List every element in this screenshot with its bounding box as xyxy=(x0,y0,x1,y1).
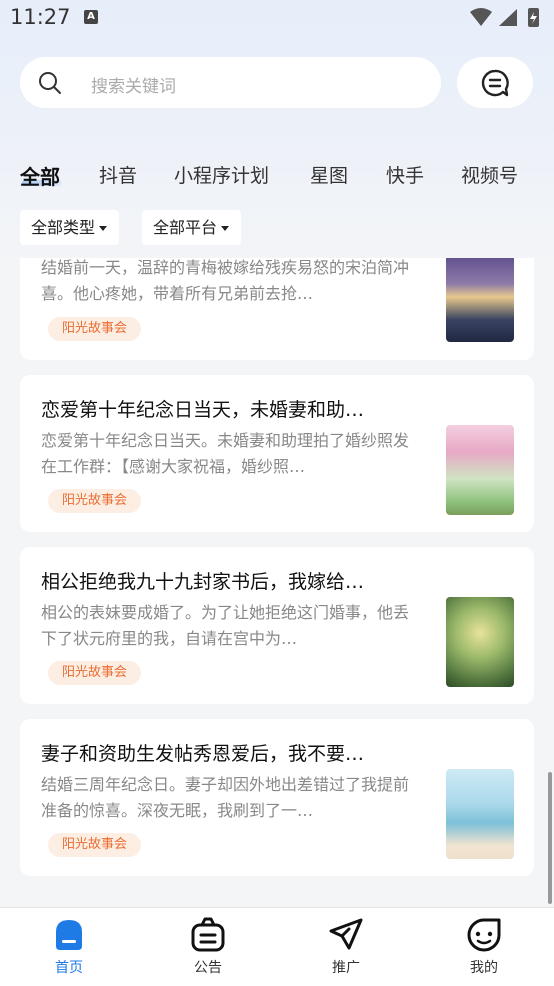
story-title: 恋爱第十年纪念日当天，未婚妻和助… xyxy=(41,399,365,421)
story-title: 妻子和资助生发帖秀恩爱后，我不要… xyxy=(41,743,365,765)
story-list[interactable]: 结婚前一天，温辞的青梅被嫁给残疾易怒的宋泊简冲喜。他心疼她，带着所有兄弟前去抢…… xyxy=(0,258,554,907)
caret-down-icon xyxy=(99,226,108,231)
caret-down-icon xyxy=(221,226,230,231)
platform-filter-label: 全部平台 xyxy=(153,218,218,237)
message-button[interactable] xyxy=(457,57,533,108)
message-icon xyxy=(481,69,509,97)
story-description: 结婚三周年纪念日。妻子却因外地出差错过了我提前准备的惊喜。深夜无眠，我刷到了一… xyxy=(41,775,410,820)
tab-xingtu[interactable]: 星图 xyxy=(310,161,348,188)
type-filter-dropdown[interactable]: 全部类型 xyxy=(20,210,120,245)
story-tag: 阳光故事会 xyxy=(48,317,142,341)
scrollbar[interactable] xyxy=(548,772,552,904)
nav-promote[interactable]: 推广 xyxy=(306,908,386,986)
story-tag: 阳光故事会 xyxy=(48,833,142,857)
nav-profile[interactable]: 我的 xyxy=(444,908,524,986)
tab-channels[interactable]: 视频号 xyxy=(461,161,518,188)
profile-icon xyxy=(467,918,501,952)
story-cover-image xyxy=(446,597,514,687)
status-bar: 11:27 A xyxy=(0,0,554,38)
tab-douyin[interactable]: 抖音 xyxy=(99,161,137,188)
story-title: 相公拒绝我九十九封家书后，我嫁给… xyxy=(41,571,365,593)
nav-profile-label: 我的 xyxy=(470,960,498,976)
story-description: 相公的表妹要成婚了。为了让她拒绝这门婚事，他丢下了状元府里的我，自请在宫中为… xyxy=(41,603,410,648)
tab-mini-program[interactable]: 小程序计划 xyxy=(174,161,269,188)
search-icon xyxy=(39,72,61,94)
status-time: 11:27 xyxy=(10,5,71,29)
announcement-icon xyxy=(191,917,225,952)
nav-home-label: 首页 xyxy=(55,960,83,976)
story-tag: 阳光故事会 xyxy=(48,489,142,513)
nav-home[interactable]: 首页 xyxy=(29,908,109,986)
tab-kuaishou[interactable]: 快手 xyxy=(386,161,424,188)
story-description: 结婚前一天，温辞的青梅被嫁给残疾易怒的宋泊简冲喜。他心疼她，带着所有兄弟前去抢… xyxy=(41,258,410,303)
nav-announcement-label: 公告 xyxy=(194,960,222,976)
story-card[interactable]: 结婚前一天，温辞的青梅被嫁给残疾易怒的宋泊简冲喜。他心疼她，带着所有兄弟前去抢…… xyxy=(20,258,534,360)
story-cover-image xyxy=(446,769,514,859)
story-cover-image xyxy=(446,425,514,515)
notification-icon: A xyxy=(84,10,98,24)
signal-icon xyxy=(499,9,517,26)
story-card[interactable]: 恋爱第十年纪念日当天，未婚妻和助… 恋爱第十年纪念日当天。未婚妻和助理拍了婚纱照… xyxy=(20,375,534,532)
bottom-navigation: 首页 公告 推广 我的 xyxy=(0,907,554,986)
nav-announcement[interactable]: 公告 xyxy=(168,908,248,986)
story-cover-image xyxy=(446,258,514,342)
search-box[interactable]: 搜索关键词 xyxy=(20,57,441,108)
story-card[interactable]: 相公拒绝我九十九封家书后，我嫁给… 相公的表妹要成婚了。为了让她拒绝这门婚事，他… xyxy=(20,547,534,704)
nav-promote-label: 推广 xyxy=(332,960,360,976)
tab-all[interactable]: 全部 xyxy=(20,161,60,190)
story-card[interactable]: 妻子和资助生发帖秀恩爱后，我不要… 结婚三周年纪念日。妻子却因外地出差错过了我提… xyxy=(20,719,534,876)
story-description: 恋爱第十年纪念日当天。未婚妻和助理拍了婚纱照发在工作群：【感谢大家祝福，婚纱照… xyxy=(41,431,410,476)
home-icon xyxy=(56,920,82,950)
type-filter-label: 全部类型 xyxy=(31,218,96,237)
platform-filter-dropdown[interactable]: 全部平台 xyxy=(142,210,242,245)
search-input[interactable]: 搜索关键词 xyxy=(91,72,176,97)
promote-icon xyxy=(329,918,363,950)
story-tag: 阳光故事会 xyxy=(48,661,142,685)
system-status-icons xyxy=(470,8,539,27)
wifi-icon xyxy=(470,8,492,26)
